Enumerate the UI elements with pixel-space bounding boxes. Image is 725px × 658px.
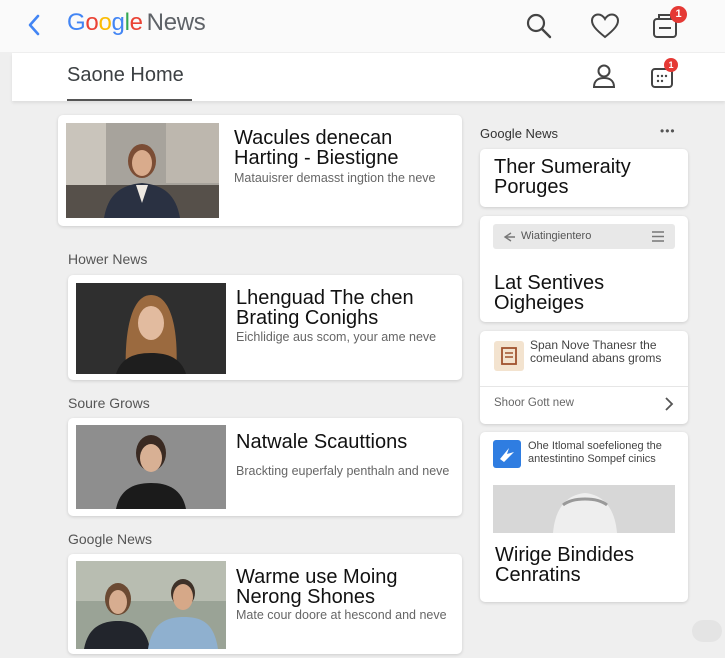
article-thumbnail [76,561,226,649]
side-search-text: Wiatingientero [521,230,592,242]
article-card[interactable]: Warme use Moing Nerong Shones Mate cour … [68,554,462,654]
side-search-bar[interactable]: Wiatingientero [493,224,675,249]
side-card-text: Span Nove Thanesr the comeuland abans gr… [530,338,662,365]
back-arrow-icon[interactable] [22,10,48,40]
side-card[interactable]: Wiatingientero Lat Sentives Oigheiges [480,216,688,322]
tab-indicator [67,99,192,101]
more-options-icon[interactable]: ••• [660,124,676,138]
section-heading: Google News [68,531,153,547]
article-snippet: Eichlidige aus scom, your ame neve [236,330,437,344]
menu-icon[interactable] [651,230,665,243]
calendar-badge: 1 [664,58,678,72]
document-icon [494,341,524,371]
side-card[interactable]: Ther Sumeraity Poruges [480,149,688,207]
side-card[interactable]: Span Nove Thanesr the comeuland abans gr… [480,331,688,424]
side-header: Google News [480,126,559,141]
article-headline[interactable]: Lhenguad The chen Brating Conighs [236,288,456,328]
article-thumbnail [66,123,219,218]
side-card-headline[interactable]: Ther Sumeraity Poruges [494,157,684,197]
article-headline[interactable]: Natwale Scauttions [236,432,456,452]
side-card[interactable]: Ohe Itlomal soefelioneg the antestintino… [480,432,688,602]
side-card-headline[interactable]: Lat Sentives Oigheiges [494,273,684,313]
article-headline[interactable]: Warme use Moing Nerong Shones [236,567,456,607]
side-card-image [493,485,675,533]
sub-navigation-bar: Saone Home 1 [12,53,725,101]
article-card[interactable]: Wacules denecan Harting - Biestigne Mata… [58,115,462,226]
section-heading: Hower News [68,251,148,267]
article-snippet: Brackting euperfaly penthaln and neve [236,464,450,478]
page-title: Saone Home [67,64,184,86]
top-app-bar: Google News 1 [0,0,725,52]
article-snippet: Matauisrer demasst ingtion the neve [234,171,436,185]
section-heading: Soure Grows [68,395,150,411]
heart-icon[interactable] [589,10,621,42]
side-card-headline[interactable]: Wirige Bindides Cenratins [495,545,685,585]
profile-icon[interactable] [589,61,619,91]
show-more-link[interactable]: Shoor Gott new [494,397,574,409]
scroll-handle[interactable] [692,620,722,642]
article-card[interactable]: Lhenguad The chen Brating Conighs Eichli… [68,275,462,380]
article-card[interactable]: Natwale Scauttions Brackting euperfaly p… [68,418,462,516]
article-thumbnail [76,425,226,509]
side-card-text: Ohe Itlomal soefelioneg the antestintino… [528,440,662,465]
notification-badge: 1 [670,6,687,23]
google-news-logo[interactable]: Google News [67,9,206,37]
divider [480,386,688,387]
search-icon[interactable] [523,10,555,42]
undo-icon [503,232,515,242]
app-icon [493,440,521,468]
article-snippet: Mate cour doore at hescond and neve [236,608,447,622]
article-thumbnail [76,283,226,374]
article-headline[interactable]: Wacules denecan Harting - Biestigne [234,128,454,168]
chevron-right-icon[interactable] [662,395,676,413]
